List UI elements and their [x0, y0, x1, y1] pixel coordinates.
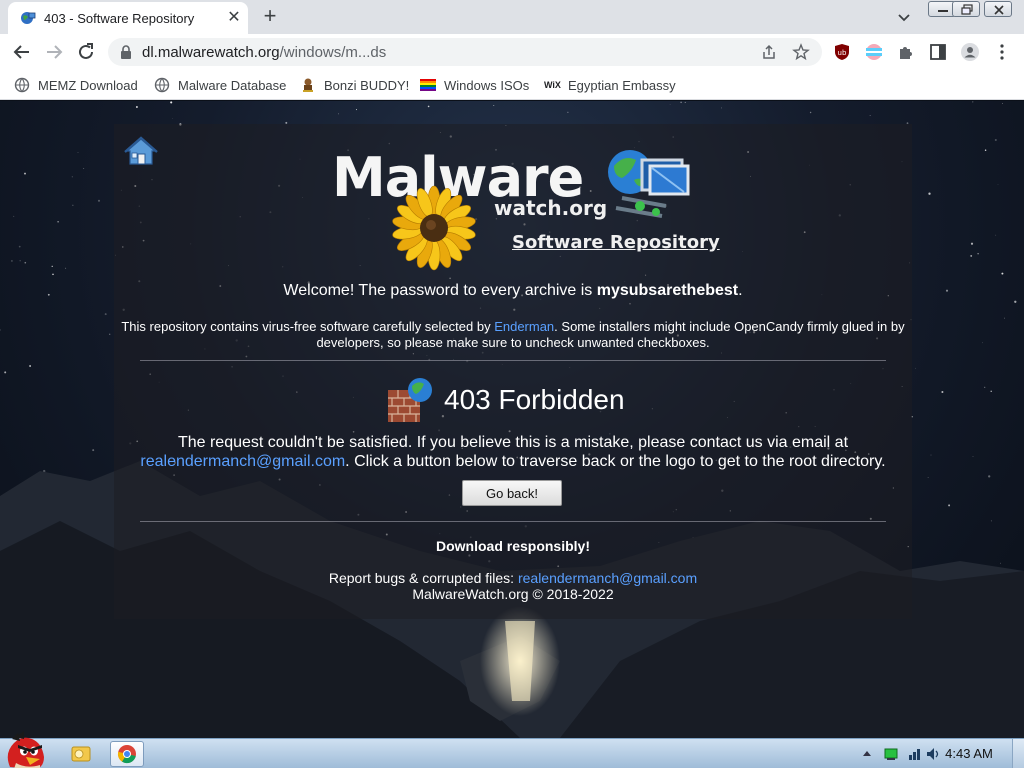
forward-arrow-icon[interactable] — [42, 40, 66, 64]
bookmark-label: Malware Database — [178, 77, 287, 93]
minimize-icon — [938, 10, 948, 12]
sunflower-icon — [392, 185, 476, 271]
close-icon — [994, 5, 1004, 15]
error-text-rest: . Click a button below to traverse back … — [345, 453, 886, 470]
bookmark-label: Bonzi BUDDY! — [324, 77, 410, 93]
profile-avatar-icon[interactable] — [960, 42, 980, 62]
bookmarks-bar: MEMZ Download Malware Database Bonzi BUD… — [0, 70, 1024, 100]
malwarewatch-favicon-icon — [21, 12, 36, 24]
report-email-link[interactable]: realendermanch@gmail.com — [518, 570, 697, 586]
taskbar: 4:43 AM — [0, 731, 1024, 768]
trans-flag-extension-icon[interactable] — [864, 42, 884, 62]
welcome-period: . — [738, 282, 743, 299]
bonzi-icon — [303, 78, 313, 92]
bookmark-egyptian-embassy[interactable]: WiX Egyptian Embassy — [544, 76, 676, 94]
globe-icon — [14, 77, 30, 93]
malwarewatch-logo[interactable]: Malware watch.org Software Repository — [330, 142, 720, 271]
archive-password: mysubsarethebest — [596, 282, 739, 299]
browser-menu-icon[interactable] — [992, 42, 1012, 62]
bookmark-bonzi-buddy[interactable]: Bonzi BUDDY! — [300, 76, 409, 94]
info-text: This repository contains virus-free soft… — [121, 319, 495, 334]
logo-repository-label: Software Repository — [512, 232, 720, 253]
reload-icon[interactable] — [74, 40, 98, 64]
bookmark-label: Windows ISOs — [444, 77, 530, 93]
welcome-text: Welcome! The password to every archive i… — [283, 282, 597, 299]
network-icon[interactable] — [908, 747, 922, 761]
divider — [140, 521, 886, 522]
tab-close-icon[interactable]: ✕ — [224, 8, 244, 28]
tab-search-chevron-icon[interactable] — [894, 7, 914, 27]
bookmark-memz-download[interactable]: MEMZ Download — [14, 76, 138, 94]
restore-icon — [961, 4, 973, 15]
show-hidden-icons-chevron-icon[interactable] — [860, 747, 874, 761]
report-text: Report bugs & corrupted files: — [328, 570, 518, 586]
bookmark-label: MEMZ Download — [38, 77, 138, 93]
taskbar-file-explorer[interactable] — [64, 741, 98, 767]
side-panel-icon[interactable] — [928, 42, 948, 62]
svg-text:ub: ub — [838, 49, 847, 57]
bookmark-label: Egyptian Embassy — [568, 77, 676, 93]
share-icon[interactable] — [760, 43, 778, 61]
address-bar[interactable]: dl.malwarewatch.org/windows/m...ds — [108, 38, 822, 66]
network-globe-computer-icon — [608, 150, 690, 218]
error-text: The request couldn't be satisfied. If yo… — [177, 434, 849, 451]
logo-subtitle: watch.org — [494, 196, 608, 220]
back-arrow-icon[interactable] — [10, 40, 34, 64]
repository-info: This repository contains virus-free soft… — [114, 319, 912, 351]
taskbar-clock[interactable]: 4:43 AM — [934, 746, 1004, 761]
home-icon[interactable] — [124, 134, 158, 168]
wix-icon: WiX — [544, 80, 561, 90]
folder-icon — [71, 746, 91, 762]
tab-active[interactable]: 403 - Software Repository ✕ — [8, 2, 248, 34]
action-center-flag-icon[interactable] — [884, 747, 898, 761]
rainbow-flag-icon — [420, 79, 436, 91]
tab-strip: 403 - Software Repository ✕ + — [0, 0, 1024, 34]
contact-email-link[interactable]: realendermanch@gmail.com — [140, 453, 345, 470]
lock-icon[interactable] — [120, 45, 132, 59]
report-bugs-line: Report bugs & corrupted files: realender… — [114, 570, 912, 586]
bookmark-windows-isos[interactable]: Windows ISOs — [420, 76, 529, 94]
welcome-message: Welcome! The password to every archive i… — [114, 282, 912, 300]
start-button-angry-bird-icon[interactable] — [2, 731, 50, 768]
url-path: /windows/m...ds — [279, 44, 387, 61]
new-tab-plus-icon[interactable]: + — [258, 5, 282, 29]
url-text[interactable]: dl.malwarewatch.org/windows/m...ds — [142, 44, 386, 61]
content-panel: Malware watch.org Software Repository We… — [114, 124, 912, 619]
url-host: dl.malwarewatch.org — [142, 44, 280, 61]
error-heading: 403 Forbidden — [114, 376, 912, 426]
taskbar-chrome[interactable] — [110, 741, 144, 767]
error-title: 403 Forbidden — [444, 384, 625, 415]
firewall-globe-icon — [388, 378, 432, 422]
extensions-puzzle-icon[interactable] — [896, 42, 916, 62]
globe-icon — [154, 77, 170, 93]
restore-button[interactable] — [952, 1, 980, 17]
ublock-origin-icon[interactable]: ub — [832, 42, 852, 62]
download-responsibly-note: Download responsibly! — [435, 538, 590, 554]
web-page: Malware watch.org Software Repository We… — [0, 101, 1024, 738]
chrome-icon — [117, 745, 136, 764]
bookmark-malware-database[interactable]: Malware Database — [154, 76, 286, 94]
show-desktop-button[interactable] — [1012, 739, 1024, 768]
divider — [140, 360, 886, 361]
tab-title: 403 - Software Repository — [44, 11, 195, 26]
browser-toolbar: dl.malwarewatch.org/windows/m...ds ub — [0, 34, 1024, 70]
enderman-link[interactable]: Enderman — [494, 319, 554, 334]
close-window-button[interactable] — [984, 1, 1012, 17]
bookmark-star-icon[interactable] — [792, 43, 810, 61]
error-message: The request couldn't be satisfied. If yo… — [114, 433, 912, 471]
copyright: MalwareWatch.org © 2018-2022 — [412, 586, 614, 602]
go-back-button[interactable]: Go back! — [462, 480, 562, 506]
